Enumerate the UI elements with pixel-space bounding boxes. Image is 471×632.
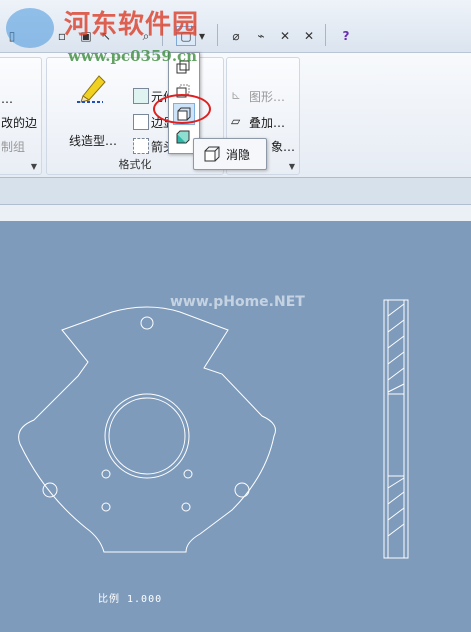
- line-style-button[interactable]: 线造型…: [69, 132, 117, 149]
- center-bore-inner: [108, 397, 186, 475]
- datum-plane-icon[interactable]: ⌀: [226, 26, 246, 46]
- side-view-bore: [387, 393, 405, 477]
- watermark-url: www.pc0359.cn: [68, 47, 198, 65]
- section-hatch-bottom: [387, 477, 405, 537]
- group-expand-icon[interactable]: ▼: [289, 162, 295, 171]
- left-group-item-2[interactable]: 改的边: [1, 114, 37, 131]
- small-hole-4: [181, 502, 191, 512]
- no-hidden-icon: [204, 146, 220, 162]
- arrow-icon: [133, 138, 149, 154]
- tooltip-label: 消隐: [226, 147, 251, 162]
- datum-axis-icon[interactable]: ⌁: [251, 26, 271, 46]
- group-expand-icon[interactable]: ▼: [31, 162, 37, 171]
- drawing-header-strip: [0, 205, 471, 221]
- left-group-item-3[interactable]: 制组: [1, 138, 25, 155]
- ribbon-group-left: … 改的边 制组 ▼: [0, 57, 42, 175]
- tooltip: 消隐: [193, 138, 267, 170]
- watermark-site-name: 河东软件园: [64, 10, 200, 40]
- graph-button[interactable]: 图形…: [249, 88, 285, 105]
- drawing-canvas[interactable]: [0, 222, 471, 628]
- watermark-logo: [6, 8, 54, 48]
- help-icon[interactable]: ?: [336, 26, 356, 46]
- scale-note: 比例 1.000: [98, 594, 163, 605]
- small-hole-1: [101, 469, 111, 479]
- left-group-item-1[interactable]: …: [1, 92, 13, 106]
- left-lobe-hole: [42, 482, 58, 498]
- right-lobe-hole: [234, 482, 250, 498]
- part-drawing: [18, 299, 409, 559]
- overlay-icon: ▱: [231, 114, 241, 128]
- drawing-watermark: www.pHome.NET: [170, 294, 305, 310]
- ribbon-lower-strip: [0, 178, 471, 205]
- coordinate-system-icon[interactable]: ✕: [299, 26, 319, 46]
- toolbar-separator: [325, 24, 326, 46]
- graph-icon: ⊾: [231, 88, 242, 102]
- shading-style-icon[interactable]: [173, 127, 193, 147]
- pencil-icon: [77, 75, 106, 103]
- toolbar-separator: [217, 24, 218, 46]
- datum-point-icon[interactable]: ✕: [275, 26, 295, 46]
- section-hatch-top: [387, 303, 405, 393]
- center-bore-outer: [104, 393, 190, 479]
- part-outline: [18, 306, 276, 553]
- element-display-icon: [133, 88, 149, 104]
- top-hole: [140, 316, 154, 330]
- object-button[interactable]: 象…: [271, 138, 295, 155]
- overlay-button[interactable]: 叠加…: [249, 114, 285, 131]
- small-hole-2: [183, 469, 193, 479]
- edge-display-icon: [133, 114, 149, 130]
- highlight-ring: [153, 94, 211, 124]
- small-hole-3: [101, 502, 111, 512]
